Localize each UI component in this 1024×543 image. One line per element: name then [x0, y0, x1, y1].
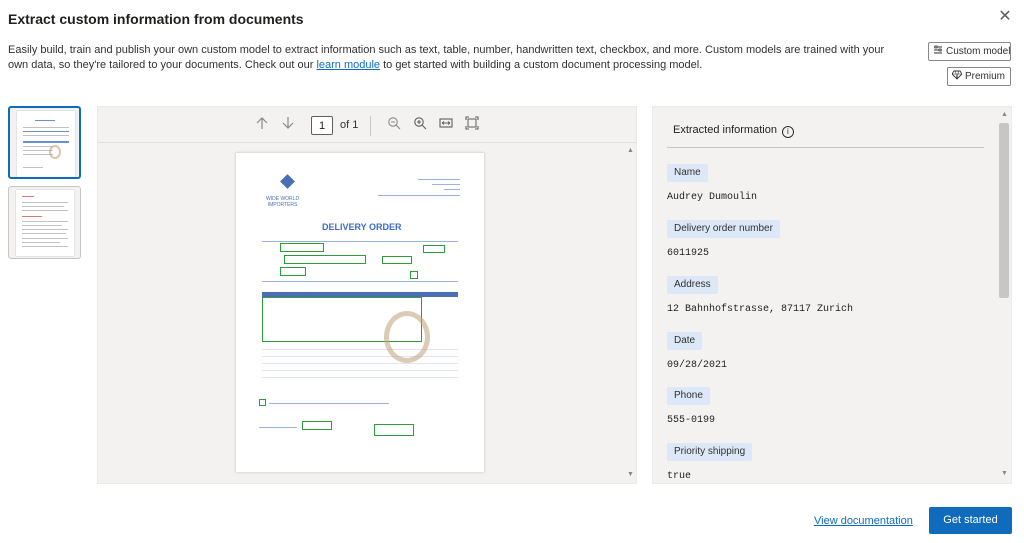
detection-box-signature: [302, 421, 332, 430]
document-viewer: of 1 WIDE WORLDIMPORTERS DELIVERY ORDER: [97, 106, 637, 484]
zoom-in-icon[interactable]: [411, 116, 429, 134]
custom-model-tag: Custom model: [928, 42, 1011, 61]
field-label: Address: [667, 276, 718, 294]
field-label: Date: [667, 332, 703, 350]
field-label: Priority shipping: [667, 443, 753, 461]
zoom-out-icon[interactable]: [385, 116, 403, 134]
dialog-description: Easily build, train and publish your own…: [8, 43, 888, 73]
description-text-end: to get started with building a custom do…: [380, 59, 703, 71]
next-page-icon[interactable]: [279, 116, 297, 134]
info-scrollbar[interactable]: ▲ ▼: [997, 107, 1011, 483]
field-value: 555-0199: [667, 415, 716, 426]
doc-table-row: [262, 363, 458, 364]
thumbnail-page-image: [16, 190, 74, 256]
previous-page-icon[interactable]: [253, 116, 271, 134]
doc-form-border: [262, 241, 458, 242]
detection-box-date: [382, 256, 412, 264]
fit-width-icon[interactable]: [437, 116, 455, 134]
doc-table-row: [262, 356, 458, 357]
doc-table-row: [262, 377, 458, 378]
doc-address-line: [432, 184, 460, 185]
field-value: true: [667, 471, 692, 482]
field-value: 09/28/2021: [667, 360, 728, 371]
field-label: Name: [667, 164, 708, 182]
document-page: WIDE WORLD IMPORTERS DELIVERY ORDER: [236, 153, 484, 472]
diamond-icon: [952, 70, 962, 80]
custom-model-icon: [934, 45, 942, 54]
detection-box-checkbox: [259, 399, 266, 406]
field-name: Name Audrey Dumoulin: [667, 162, 757, 203]
detection-box-receive-date: [374, 424, 414, 436]
scroll-up-icon[interactable]: ▲: [999, 110, 1010, 120]
field-label: Delivery order number: [667, 220, 780, 238]
extracted-info-header: Extracted information i: [673, 124, 794, 138]
close-icon[interactable]: ✕: [996, 8, 1014, 26]
doc-address-line: [378, 195, 460, 196]
field-date: Date 09/28/2021: [667, 330, 727, 371]
scroll-down-icon[interactable]: ▼: [625, 470, 636, 480]
company-logo: [280, 174, 295, 189]
detection-box-name: [280, 243, 324, 252]
doc-form-border: [262, 281, 458, 282]
document-title: DELIVERY ORDER: [322, 222, 402, 232]
scroll-down-icon[interactable]: ▼: [999, 469, 1010, 479]
thumbnail-page-2[interactable]: [8, 186, 81, 259]
scrollbar-thumb[interactable]: [999, 123, 1009, 298]
info-icon[interactable]: i: [781, 126, 794, 138]
toolbar-divider: [370, 116, 371, 136]
detection-box-order-number: [423, 245, 445, 253]
custom-model-label: Custom model: [946, 46, 1011, 57]
doc-address-line: [418, 179, 460, 180]
field-label: Phone: [667, 387, 710, 405]
view-documentation-link[interactable]: View documentation: [814, 515, 913, 527]
field-address: Address 12 Bahnhofstrasse, 87117 Zurich: [667, 274, 853, 315]
extracted-info-title: Extracted information: [673, 124, 777, 136]
page-count-label: of 1: [340, 119, 359, 131]
field-delivery-order-number: Delivery order number 6011925: [667, 218, 780, 259]
thumbnail-page-image: [17, 111, 75, 177]
doc-receiver-label: [259, 427, 297, 428]
field-value: 12 Bahnhofstrasse, 87117 Zurich: [667, 304, 854, 315]
get-started-button[interactable]: Get started: [929, 507, 1012, 534]
dialog-title: Extract custom information from document…: [8, 11, 304, 27]
logo-text-line-2: IMPORTERS: [267, 202, 298, 208]
panel-divider: [667, 147, 984, 148]
learn-module-link[interactable]: learn module: [316, 59, 380, 71]
doc-checkbox-text: [269, 403, 389, 404]
company-logo-text: WIDE WORLD IMPORTERS: [266, 196, 299, 208]
field-priority-shipping: Priority shipping true: [667, 441, 753, 482]
detection-box-phone: [280, 267, 306, 276]
fit-page-icon[interactable]: [463, 116, 481, 134]
premium-label: Premium: [965, 71, 1006, 82]
detection-box-priority: [410, 271, 418, 279]
viewer-scrollbar[interactable]: ▲ ▼: [625, 144, 636, 483]
detection-box-address: [284, 255, 366, 264]
coffee-stain: [384, 311, 430, 363]
page-number-input[interactable]: [311, 116, 333, 135]
doc-address-line: [444, 189, 460, 190]
field-phone: Phone 555-0199: [667, 385, 715, 426]
field-value: 6011925: [667, 248, 710, 259]
viewer-toolbar: of 1: [98, 107, 636, 143]
thumbnail-page-1[interactable]: [8, 106, 81, 179]
field-value: Audrey Dumoulin: [667, 192, 758, 203]
page-thumbnails: [8, 106, 82, 266]
doc-table-row: [262, 370, 458, 371]
extracted-info-panel: Extracted information i Name Audrey Dumou…: [652, 106, 1012, 484]
scroll-up-icon[interactable]: ▲: [625, 146, 636, 156]
doc-table-row: [262, 349, 458, 350]
premium-tag: Premium: [947, 67, 1011, 86]
